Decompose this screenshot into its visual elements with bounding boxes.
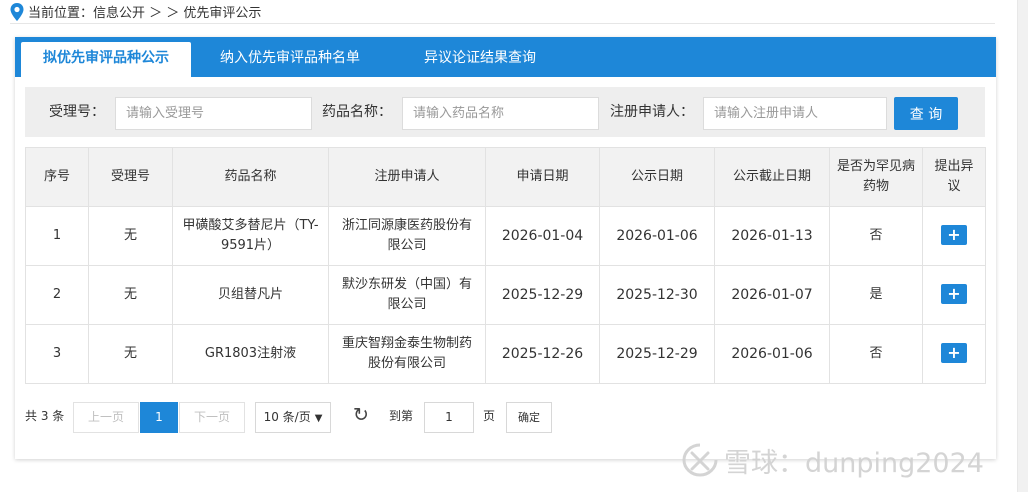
current-page-button[interactable]: 1 <box>140 402 178 433</box>
add-objection-button[interactable]: + <box>941 225 967 245</box>
cell-applicant: 重庆智翔金泰生物制药股份有限公司 <box>328 324 486 384</box>
page-size-select[interactable]: 10 条/页 ▼ <box>255 402 331 433</box>
goto-page-input[interactable]: 1 <box>424 402 474 433</box>
applicant-input[interactable] <box>703 97 887 130</box>
table-row: 3 无 GR1803注射液 重庆智翔金泰生物制药股份有限公司 2025-12-2… <box>25 324 986 384</box>
priority-review-table: 序号 受理号 药品名称 注册申请人 申请日期 公示日期 公示截止日期 是否为罕见… <box>25 147 986 384</box>
breadcrumb: 当前位置：信息公开 ＞ ＞ 优先审评公示 <box>10 0 995 24</box>
cell-accept-no: 无 <box>88 206 173 266</box>
main-panel: 拟优先审评品种公示 纳入优先审评品种名单 异议论证结果查询 受理号： 药品名称：… <box>15 37 996 459</box>
cell-publish-date: 2025-12-30 <box>599 265 715 325</box>
next-page-button[interactable]: 下一页 <box>179 402 245 433</box>
total-count: 共 3 条 <box>25 409 65 423</box>
header-apply-date: 申请日期 <box>485 147 600 207</box>
cell-apply-date: 2026-01-04 <box>485 206 600 266</box>
header-drug-name: 药品名称 <box>172 147 329 207</box>
cell-applicant: 默沙东研发（中国）有限公司 <box>328 265 486 325</box>
applicant-label: 注册申请人： <box>610 104 694 120</box>
cell-drug-name: 贝组替凡片 <box>172 265 329 325</box>
tab-bar: 拟优先审评品种公示 纳入优先审评品种名单 异议论证结果查询 <box>15 37 996 77</box>
refresh-icon[interactable]: ↻ <box>351 402 371 433</box>
watermark: 雪球：dunping2024 <box>682 440 984 480</box>
cell-objection: + <box>922 324 986 384</box>
cell-publish-date: 2025-12-29 <box>599 324 715 384</box>
header-accept-no: 受理号 <box>88 147 173 207</box>
watermark-text: 雪球：dunping2024 <box>724 447 984 479</box>
location-pin-icon <box>10 2 24 21</box>
header-applicant: 注册申请人 <box>328 147 486 207</box>
cell-index: 2 <box>25 265 89 325</box>
pagination: 共 3 条 上一页 1 下一页 10 条/页 ▼ ↻ 到第 1 页 确定 <box>25 402 985 434</box>
goto-label: 到第 <box>389 409 414 423</box>
cell-rare-disease: 否 <box>829 206 923 266</box>
cell-index: 1 <box>25 206 89 266</box>
cell-deadline: 2026-01-13 <box>714 206 830 266</box>
cell-accept-no: 无 <box>88 324 173 384</box>
drug-name-input[interactable] <box>402 97 599 130</box>
tab-included-priority-list[interactable]: 纳入优先审评品种名单 <box>205 37 375 77</box>
page-size-value: 10 条/页 <box>263 410 311 424</box>
drug-name-label: 药品名称： <box>322 104 392 120</box>
search-bar: 受理号： 药品名称： 注册申请人： 查 询 <box>25 87 985 137</box>
table-header-row: 序号 受理号 药品名称 注册申请人 申请日期 公示日期 公示截止日期 是否为罕见… <box>25 147 986 207</box>
header-publish-date: 公示日期 <box>599 147 715 207</box>
cell-apply-date: 2025-12-29 <box>485 265 600 325</box>
page-scrollbar[interactable] <box>1017 0 1028 492</box>
page-word-label: 页 <box>483 409 496 423</box>
accept-no-input[interactable] <box>115 97 312 130</box>
tab-objection-results[interactable]: 异议论证结果查询 <box>395 37 565 77</box>
add-objection-button[interactable]: + <box>941 284 967 304</box>
query-button[interactable]: 查 询 <box>894 97 958 130</box>
header-deadline: 公示截止日期 <box>714 147 830 207</box>
confirm-goto-button[interactable]: 确定 <box>506 402 552 433</box>
accept-no-label: 受理号： <box>49 104 105 120</box>
cell-objection: + <box>922 206 986 266</box>
cell-drug-name: 甲磺酸艾多替尼片（TY-9591片） <box>172 206 329 266</box>
prev-page-button[interactable]: 上一页 <box>73 402 139 433</box>
cell-deadline: 2026-01-07 <box>714 265 830 325</box>
chevron-down-icon: ▼ <box>314 413 323 424</box>
cell-rare-disease: 是 <box>829 265 923 325</box>
cell-publish-date: 2026-01-06 <box>599 206 715 266</box>
cell-accept-no: 无 <box>88 265 173 325</box>
cell-index: 3 <box>25 324 89 384</box>
cell-applicant: 浙江同源康医药股份有限公司 <box>328 206 486 266</box>
cell-objection: + <box>922 265 986 325</box>
tab-pending-priority-review[interactable]: 拟优先审评品种公示 <box>21 42 191 77</box>
table-row: 2 无 贝组替凡片 默沙东研发（中国）有限公司 2025-12-29 2025-… <box>25 265 986 325</box>
cell-apply-date: 2025-12-26 <box>485 324 600 384</box>
table-row: 1 无 甲磺酸艾多替尼片（TY-9591片） 浙江同源康医药股份有限公司 202… <box>25 206 986 266</box>
header-rare-disease: 是否为罕见病药物 <box>829 147 923 207</box>
breadcrumb-text: 当前位置：信息公开 ＞ ＞ 优先审评公示 <box>28 6 262 21</box>
header-index: 序号 <box>25 147 89 207</box>
cell-deadline: 2026-01-06 <box>714 324 830 384</box>
xueqiu-logo-icon <box>682 443 718 477</box>
header-objection: 提出异议 <box>922 147 986 207</box>
cell-drug-name: GR1803注射液 <box>172 324 329 384</box>
cell-rare-disease: 否 <box>829 324 923 384</box>
add-objection-button[interactable]: + <box>941 343 967 363</box>
